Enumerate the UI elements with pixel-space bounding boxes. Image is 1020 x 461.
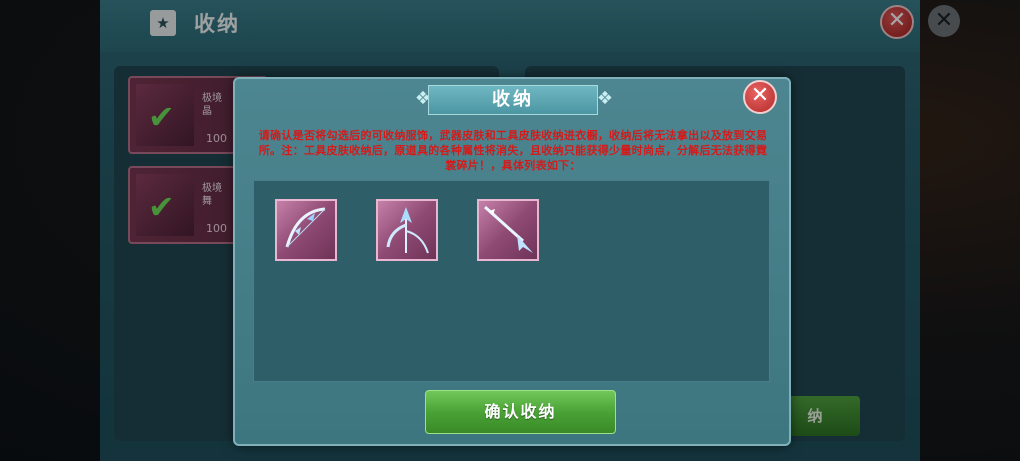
crystal-spear-icon[interactable] xyxy=(477,199,539,261)
crystal-scythe-icon[interactable] xyxy=(376,199,438,261)
close-icon[interactable]: ✕ xyxy=(743,80,777,114)
confirm-storage-button[interactable]: 确认收纳 xyxy=(425,390,616,434)
dialog-message: 请确认是否将勾选后的可收纳服饰，武器皮肤和工具皮肤收纳进衣橱，收纳后将无法拿出以… xyxy=(258,129,768,172)
crystal-bow-icon[interactable] xyxy=(275,199,337,261)
ornament-right-icon: ❖ xyxy=(596,88,614,109)
dialog-title: 收纳 xyxy=(428,85,598,115)
